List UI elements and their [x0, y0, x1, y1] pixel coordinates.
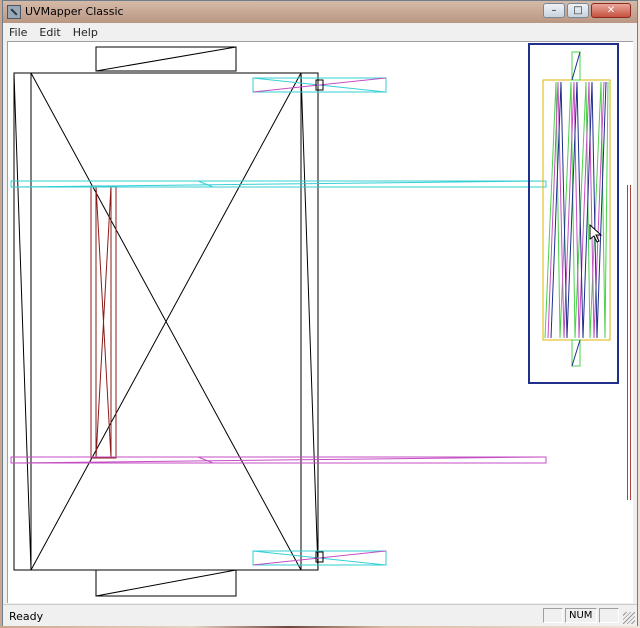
maximize-button[interactable]: □: [567, 3, 589, 18]
uv-canvas[interactable]: [7, 41, 633, 603]
scrollbar-track[interactable]: [627, 185, 631, 500]
uv-island-cap-bottom[interactable]: [252, 550, 387, 566]
status-pane-blank-2: [599, 608, 619, 623]
uv-island-selected[interactable]: [542, 51, 611, 367]
title-bar[interactable]: UVMapper Classic – □ ✕: [3, 1, 637, 24]
menu-file[interactable]: File: [3, 26, 33, 39]
uv-island-main[interactable]: [13, 72, 319, 571]
resize-grip[interactable]: [623, 612, 635, 624]
menu-help[interactable]: Help: [67, 26, 104, 39]
uv-island-bottom[interactable]: [95, 569, 237, 597]
minimize-button[interactable]: –: [543, 3, 565, 18]
window-controls: – □ ✕: [543, 3, 631, 19]
main-window: UVMapper Classic – □ ✕ File Edit Help Re…: [2, 0, 638, 626]
status-message: Ready: [9, 610, 44, 623]
menu-edit[interactable]: Edit: [33, 26, 66, 39]
app-icon[interactable]: [7, 5, 21, 19]
status-pane-blank: [543, 608, 563, 623]
status-num-indicator: NUM: [565, 608, 597, 623]
uv-island-cap-top[interactable]: [252, 77, 387, 93]
close-button[interactable]: ✕: [591, 3, 631, 18]
uv-island-top[interactable]: [95, 46, 237, 72]
uv-island-strip-red[interactable]: [90, 185, 117, 459]
status-bar: Ready NUM: [3, 604, 637, 626]
menu-bar: File Edit Help: [3, 23, 637, 41]
window-title: UVMapper Classic: [25, 5, 124, 18]
uv-map-svg[interactable]: [8, 42, 632, 602]
